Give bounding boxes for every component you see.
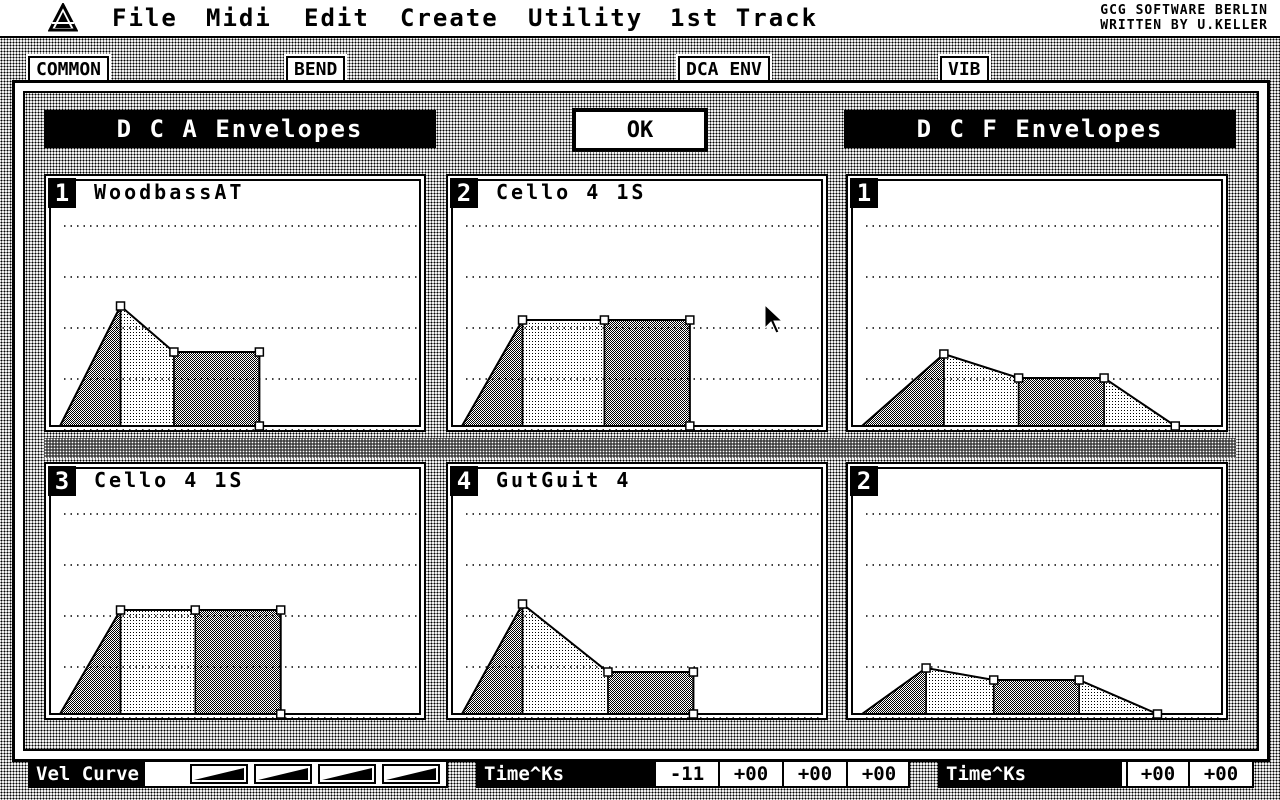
- dca-timeks-label: Time^Ks: [478, 762, 654, 786]
- menu-file[interactable]: File: [112, 4, 178, 32]
- app-logo-icon[interactable]: [48, 3, 78, 33]
- envelope-segment: [603, 319, 691, 427]
- envelope-graph[interactable]: [46, 176, 428, 434]
- credits: GCG SOFTWARE BERLIN WRITTEN BY U.KELLER: [1100, 3, 1268, 33]
- envelope-handle[interactable]: [988, 675, 999, 685]
- envelope-handle[interactable]: [115, 605, 126, 615]
- tab-vib[interactable]: VIB: [940, 56, 989, 82]
- dcf-timeks-value-2[interactable]: +00: [1188, 762, 1252, 786]
- envelope-segment: [173, 351, 261, 427]
- dca-envelope-panel-2[interactable]: 2 Cello 4 1S: [446, 174, 828, 432]
- envelope-handle[interactable]: [1099, 373, 1109, 383]
- patch-name: GutGuit 4: [496, 468, 632, 492]
- envelope-segment: [943, 352, 1020, 427]
- envelope-handle[interactable]: [254, 421, 265, 431]
- envelope-segment: [521, 602, 609, 715]
- mouse-cursor-icon: [764, 304, 784, 334]
- dca-envelope-panel-3[interactable]: 3 Cello 4 1S: [44, 462, 426, 720]
- panel-number: 1: [48, 178, 76, 208]
- envelope-handle[interactable]: [685, 315, 695, 325]
- menu-create[interactable]: Create: [400, 4, 499, 32]
- tab-dca-env[interactable]: DCA ENV: [678, 56, 770, 82]
- tab-common[interactable]: COMMON: [28, 56, 110, 82]
- dcf-envelopes-header: D C F Envelopes: [844, 110, 1236, 148]
- envelope-segment: [1017, 377, 1105, 427]
- vel-curve-3[interactable]: [318, 764, 376, 784]
- dca-timeks-value-4[interactable]: +00: [846, 762, 910, 786]
- envelope-handle[interactable]: [603, 667, 613, 677]
- envelope-graph[interactable]: [448, 464, 830, 722]
- vel-curve-4[interactable]: [382, 764, 440, 784]
- envelope-graph[interactable]: [848, 176, 1230, 434]
- credit-line-2: WRITTEN BY U.KELLER: [1100, 18, 1268, 33]
- dca-timeks-value-2[interactable]: +00: [718, 762, 782, 786]
- panel-number: 4: [450, 466, 478, 496]
- dcf-timeks-value-1[interactable]: +00: [1126, 762, 1188, 786]
- row-separator: [44, 438, 1236, 458]
- dca-envelope-panel-4[interactable]: 4 GutGuit 4: [446, 462, 828, 720]
- envelope-segment: [607, 671, 695, 715]
- vel-curve-2[interactable]: [254, 764, 312, 784]
- menu-bar: File Midi Edit Create Utility 1st Track …: [0, 0, 1280, 38]
- envelope-handle[interactable]: [1170, 421, 1181, 431]
- envelope-handle[interactable]: [275, 605, 286, 615]
- vel-curve-label: Vel Curve: [30, 762, 145, 786]
- dcf-timeks-box: Time^Ks +00 +00: [938, 760, 1254, 788]
- dca-timeks-value-3[interactable]: +00: [782, 762, 846, 786]
- envelope-segment: [194, 609, 282, 715]
- envelope-handle[interactable]: [688, 667, 699, 677]
- dca-envelopes-header: D C A Envelopes: [44, 110, 436, 148]
- dca-timeks-value-1[interactable]: -11: [654, 762, 718, 786]
- dcf-envelope-panel-2[interactable]: 2: [846, 462, 1228, 720]
- envelope-handle[interactable]: [939, 349, 949, 359]
- vel-curve-box: Vel Curve: [28, 760, 448, 788]
- menu-edit[interactable]: Edit: [304, 4, 370, 32]
- panel-number: 3: [48, 466, 76, 496]
- panel-number: 2: [450, 178, 478, 208]
- envelope-handle[interactable]: [688, 709, 699, 719]
- patch-name: Cello 4 1S: [94, 468, 245, 492]
- credit-line-1: GCG SOFTWARE BERLIN: [1100, 3, 1268, 18]
- envelope-handle[interactable]: [685, 421, 695, 431]
- envelope-handle[interactable]: [1013, 373, 1024, 383]
- envelope-segment: [119, 609, 197, 715]
- envelope-segment: [119, 304, 175, 427]
- envelope-handle[interactable]: [115, 301, 126, 311]
- menu-1st-track[interactable]: 1st Track: [670, 4, 818, 32]
- envelope-handle[interactable]: [517, 315, 528, 325]
- envelope-graph[interactable]: [46, 464, 428, 722]
- envelope-segment: [521, 319, 606, 427]
- envelope-handle[interactable]: [169, 347, 179, 357]
- envelope-segment: [992, 679, 1080, 715]
- dcf-timeks-label: Time^Ks: [940, 762, 1122, 786]
- envelope-handle[interactable]: [190, 605, 201, 615]
- panel-number: 1: [850, 178, 878, 208]
- menu-utility[interactable]: Utility: [528, 4, 643, 32]
- patch-name: Cello 4 1S: [496, 180, 647, 204]
- ok-button[interactable]: OK: [572, 108, 708, 152]
- envelope-handle[interactable]: [1074, 675, 1084, 685]
- vel-curve-1[interactable]: [190, 764, 248, 784]
- dcf-envelope-panel-1[interactable]: 1: [846, 174, 1228, 432]
- tab-bend[interactable]: BEND: [286, 56, 346, 82]
- envelope-handle[interactable]: [921, 663, 931, 673]
- envelope-handle[interactable]: [254, 347, 265, 357]
- envelope-handle[interactable]: [599, 315, 610, 325]
- menu-midi[interactable]: Midi: [206, 4, 272, 32]
- panel-number: 2: [850, 466, 878, 496]
- dca-envelope-panel-1[interactable]: 1 WoodbassAT: [44, 174, 426, 432]
- dca-timeks-box: Time^Ks -11 +00 +00 +00: [476, 760, 910, 788]
- patch-name: WoodbassAT: [94, 180, 245, 204]
- envelope-handle[interactable]: [275, 709, 286, 719]
- envelope-graph[interactable]: [848, 464, 1230, 722]
- envelope-handle[interactable]: [517, 599, 528, 609]
- envelope-handle[interactable]: [1152, 709, 1163, 719]
